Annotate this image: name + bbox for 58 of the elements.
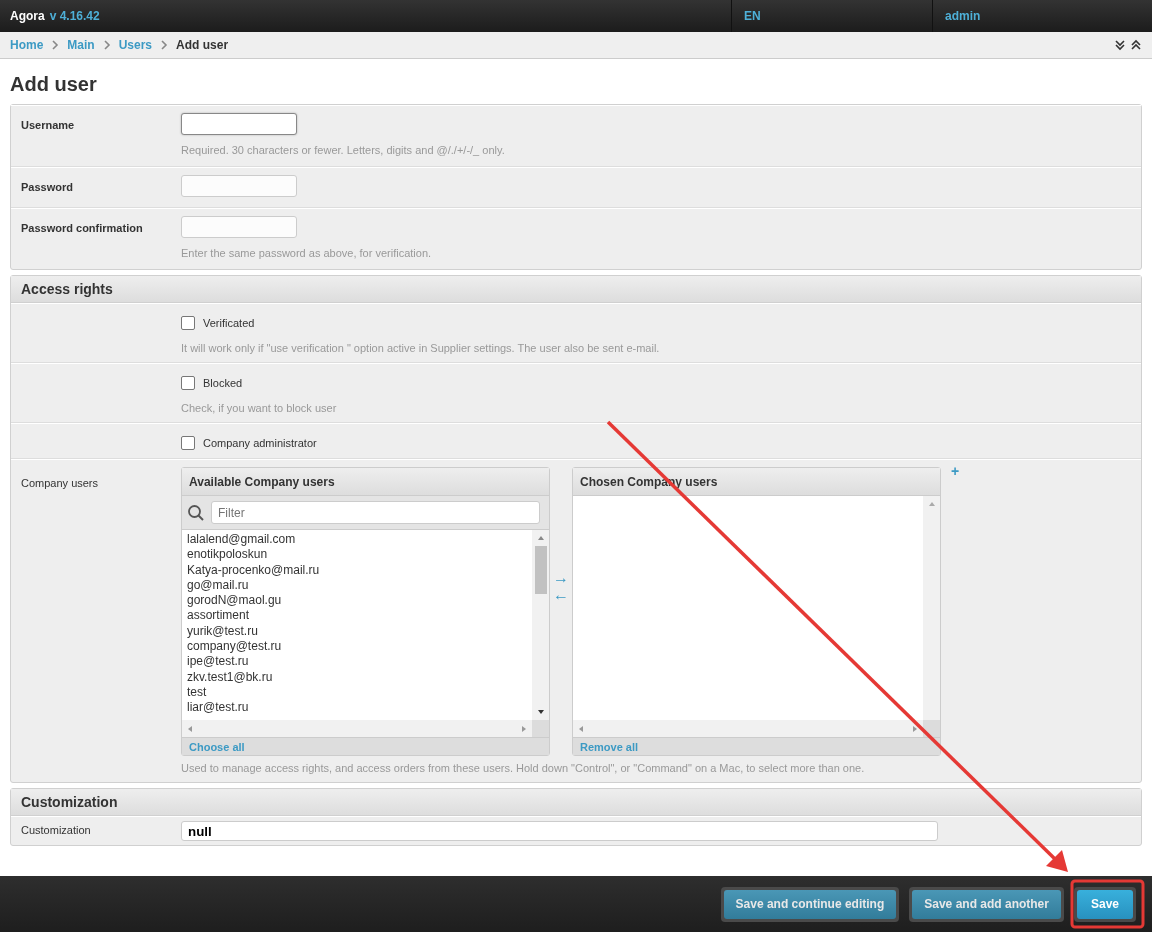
breadcrumb-current: Add user [176, 38, 229, 52]
scroll-up-icon[interactable] [927, 500, 936, 508]
input-field[interactable] [181, 113, 297, 135]
scrollbar[interactable] [182, 720, 532, 737]
scroll-right-icon[interactable] [520, 724, 528, 733]
help-text: Enter the same password as above, for verification. [181, 247, 432, 259]
help-text: Required. 30 characters or fewer. Letters, digits and @/./+/-/_ only. [181, 144, 505, 156]
search-icon [187, 503, 205, 522]
panel-title: Available Company users [182, 468, 549, 496]
collapse-all-icon[interactable] [1130, 39, 1142, 51]
checkbox[interactable] [181, 376, 195, 390]
chevron-icon [51, 40, 60, 50]
list-item[interactable]: liar@test.ru [187, 700, 527, 716]
expand-all-icon[interactable] [1114, 39, 1126, 51]
chevron-icon [102, 40, 111, 50]
input-field[interactable]: null [181, 821, 938, 841]
field-label: Password [21, 180, 74, 195]
section-title: Customization [11, 789, 1141, 816]
checkbox[interactable] [181, 436, 195, 450]
list-item[interactable]: gorodN@maol.gu [187, 593, 527, 609]
checkbox[interactable] [181, 316, 195, 330]
list-item[interactable]: test [187, 684, 527, 701]
scroll-up-icon[interactable] [536, 534, 545, 542]
scroll-right-icon[interactable] [911, 724, 919, 733]
list-item[interactable]: ipe@test.ru [187, 654, 527, 670]
scroll-thumb[interactable] [534, 546, 547, 594]
help-text: Check, if you want to block user [181, 402, 337, 414]
field-label: Username [21, 118, 76, 133]
help-text: Used to manage access rights, and access orders from these users. Hold down "Control", or "Command" on a Mac, to select more than one. [181, 762, 866, 774]
chevron-icon [160, 40, 169, 50]
input-field[interactable] [181, 175, 297, 197]
scrollbar[interactable] [923, 496, 940, 720]
list-item[interactable]: company@test.ru [187, 639, 527, 655]
checkbox-label: Blocked [203, 377, 243, 389]
checkbox-label: Company administrator [203, 437, 317, 449]
list-item[interactable]: go@mail.ru [187, 577, 527, 594]
scroll-left-icon[interactable] [577, 724, 585, 733]
page-title: Add user [10, 73, 98, 96]
checkbox-label: Verificated [203, 317, 255, 329]
list-item[interactable]: Katya-procenko@mail.ru [187, 562, 527, 578]
filter-field[interactable]: Filter [211, 501, 540, 524]
field-label: Customization [21, 823, 92, 838]
field-label: Password confirmation [21, 221, 144, 236]
scrollbar[interactable] [573, 720, 923, 737]
scrollbar[interactable] [532, 530, 549, 720]
list-item[interactable]: assortiment [187, 608, 527, 624]
list-item[interactable]: zkv.test1@bk.ru [187, 669, 527, 685]
version-label: v 4.16.42 [49, 9, 100, 23]
scroll-down-icon[interactable] [536, 708, 545, 716]
field-label: Company users [21, 476, 100, 491]
list-item[interactable]: enotikpoloskun [187, 547, 527, 563]
app-name: Agora [10, 9, 45, 23]
list-item[interactable]: yurik@test.ru [187, 623, 527, 640]
help-text: It will work only if "use verification " option active in Supplier settings. The user also be sent e-mail. [181, 342, 660, 354]
section-title: Access rights [11, 276, 1141, 303]
scroll-left-icon[interactable] [186, 724, 194, 733]
input-field[interactable] [181, 216, 297, 238]
list-item[interactable]: lalalend@gmail.com [187, 532, 527, 548]
